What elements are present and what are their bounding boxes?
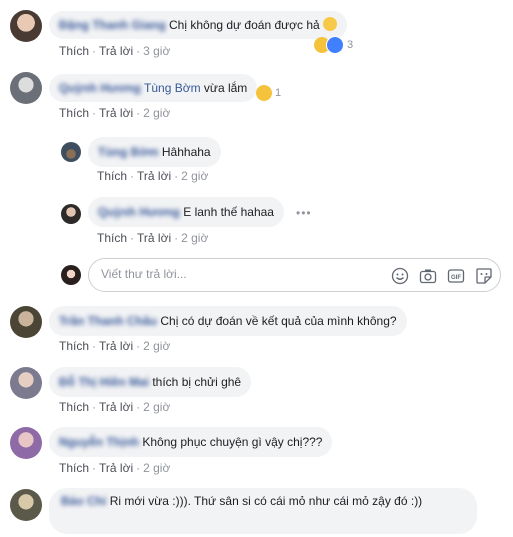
separator: ·	[130, 231, 135, 245]
like-link[interactable]: Thích	[97, 169, 127, 183]
separator: ·	[92, 44, 97, 58]
reply-link[interactable]: Trả lời	[137, 169, 171, 183]
separator: ·	[174, 231, 179, 245]
smiley-icon[interactable]	[391, 267, 409, 285]
sad-emoji-icon	[323, 17, 338, 31]
reaction-count: 1	[275, 87, 282, 99]
like-link[interactable]: Thích	[59, 339, 89, 353]
separator: ·	[92, 400, 97, 414]
reply-bubble: Quỳnh Hương E lanh thế hahaa	[88, 197, 284, 227]
mention-link[interactable]: Tùng Bờm	[144, 81, 201, 95]
avatar[interactable]	[61, 142, 81, 162]
separator: ·	[136, 461, 141, 475]
avatar[interactable]	[10, 306, 42, 338]
comment-bubble: Quỳnh Hương Tùng Bờm vừa lắm	[49, 74, 258, 102]
avatar[interactable]	[10, 72, 42, 104]
comment-text: Không phục chuyện gì vậy chị???	[142, 435, 323, 449]
separator: ·	[136, 339, 141, 353]
comment-actions: Thích · Trả lời · 2 giờ	[59, 106, 170, 120]
sticker-icon[interactable]	[475, 267, 493, 285]
comment-author[interactable]: Quỳnh Hương	[59, 81, 141, 95]
comment-text: Chị có dự đoán về kết quả của mình không…	[160, 314, 397, 328]
reply-link[interactable]: Trả lời	[99, 400, 133, 414]
separator: ·	[92, 106, 97, 120]
comment-actions: Thích · Trả lời · 3 giờ	[59, 44, 170, 58]
comment-actions: Thích · Trả lời · 2 giờ	[59, 339, 170, 353]
reply-link[interactable]: Trả lời	[99, 106, 133, 120]
separator: ·	[136, 106, 141, 120]
timestamp[interactable]: 2 giờ	[143, 339, 170, 353]
like-link[interactable]: Thích	[97, 231, 127, 245]
comment-actions: Thích · Trả lời · 2 giờ	[59, 461, 170, 475]
like-link[interactable]: Thích	[59, 461, 89, 475]
haha-reaction-icon	[256, 85, 272, 101]
comment-bubble: Bảo Chi Ri mới vừa :))). Thứ sân si có c…	[49, 488, 477, 534]
comment-author[interactable]: Nguyễn Thịnh	[59, 435, 139, 449]
timestamp[interactable]: 2 giờ	[181, 231, 208, 245]
comment-bubble: Đỗ Thị Hiền Mai thích bị chửi ghê	[49, 367, 252, 397]
comment-text: Chị không dự đoán được hả	[169, 18, 320, 32]
avatar[interactable]	[61, 204, 81, 224]
like-reaction-icon	[326, 36, 344, 54]
reply-link[interactable]: Trả lời	[99, 461, 133, 475]
comment-text: thích bị chửi ghê	[152, 375, 242, 389]
comment-author[interactable]: Quỳnh Hương	[98, 205, 180, 219]
camera-icon[interactable]	[419, 267, 437, 285]
like-link[interactable]: Thích	[59, 400, 89, 414]
reaction-summary[interactable]: 1	[256, 85, 281, 101]
comment-bubble: Trần Thanh Châu Chị có dự đoán về kết qu…	[49, 306, 407, 336]
separator: ·	[136, 400, 141, 414]
avatar[interactable]	[10, 367, 42, 399]
comment-text: Ri mới vừa :))). Thứ sân si có cái mỏ nh…	[109, 494, 423, 508]
comment-author[interactable]: Đỗ Thị Hiền Mai	[59, 375, 149, 389]
avatar[interactable]	[10, 489, 42, 521]
separator: ·	[92, 461, 97, 475]
separator: ·	[130, 169, 135, 183]
avatar[interactable]	[10, 10, 42, 42]
timestamp[interactable]: 3 giờ	[143, 44, 170, 58]
timestamp[interactable]: 2 giờ	[143, 400, 170, 414]
comment-actions: Thích · Trả lời · 2 giờ	[97, 169, 208, 183]
comment-author[interactable]: Trần Thanh Châu	[59, 314, 157, 328]
separator: ·	[174, 169, 179, 183]
current-user-avatar	[61, 265, 81, 285]
like-link[interactable]: Thích	[59, 106, 89, 120]
more-options-icon[interactable]: •••	[296, 206, 312, 220]
comment-text: Hâhhaha	[161, 145, 211, 159]
comment-author[interactable]: Tùng Bờm	[98, 145, 159, 159]
reply-link[interactable]: Trả lời	[99, 44, 133, 58]
comment-author[interactable]: Bảo Chi	[61, 494, 106, 508]
reply-link[interactable]: Trả lời	[99, 339, 133, 353]
comment-actions: Thích · Trả lời · 2 giờ	[97, 231, 208, 245]
gif-icon[interactable]: GIF	[447, 267, 465, 285]
reaction-summary[interactable]: 3	[314, 36, 353, 54]
svg-text:GIF: GIF	[451, 275, 461, 281]
reaction-count: 3	[347, 39, 354, 51]
comment-text: E lanh thế hahaa	[183, 205, 274, 219]
reply-bubble: Tùng Bờm Hâhhaha	[88, 137, 221, 167]
separator: ·	[136, 44, 141, 58]
timestamp[interactable]: 2 giờ	[143, 461, 170, 475]
separator: ·	[92, 339, 97, 353]
reply-input[interactable]	[99, 266, 383, 282]
avatar[interactable]	[10, 427, 42, 459]
timestamp[interactable]: 2 giờ	[181, 169, 208, 183]
comment-text: vừa lắm	[203, 81, 248, 95]
comment-bubble: Nguyễn Thịnh Không phục chuyện gì vậy ch…	[49, 427, 333, 457]
reply-link[interactable]: Trả lời	[137, 231, 171, 245]
comment-actions: Thích · Trả lời · 2 giờ	[59, 400, 170, 414]
timestamp[interactable]: 2 giờ	[143, 106, 170, 120]
reply-input-box[interactable]: GIF	[88, 258, 501, 292]
comment-bubble: Đặng Thanh Giang Chị không dự đoán được …	[49, 11, 348, 39]
like-link[interactable]: Thích	[59, 44, 89, 58]
comment-author[interactable]: Đặng Thanh Giang	[59, 18, 166, 32]
